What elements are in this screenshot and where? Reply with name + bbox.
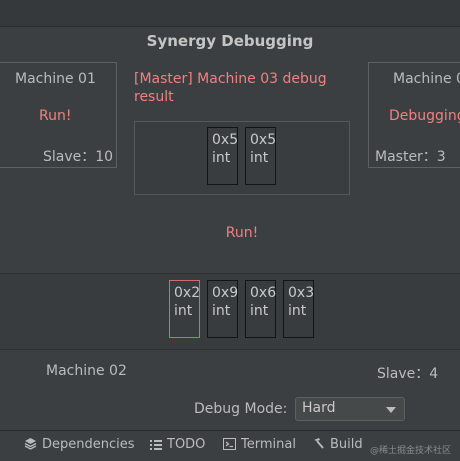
memory-cell-selected[interactable]: 0x2 int (169, 280, 200, 338)
memory-cell[interactable]: 0x6 int (245, 280, 276, 338)
cell-value: 0x2 (174, 285, 201, 301)
debug-mode-value: Hard (302, 400, 336, 416)
build-tab[interactable]: Build (312, 437, 363, 452)
terminal-icon (223, 438, 236, 450)
local-machine-role: Slave：4 (377, 366, 439, 382)
todo-label: TODO (167, 437, 206, 452)
machine-card-right[interactable]: Machine 0 Debugging Master：3 (368, 62, 460, 168)
debug-mode-label: Debug Mode: (194, 401, 288, 417)
cell-type: int (174, 303, 193, 319)
terminal-label: Terminal (241, 437, 296, 452)
list-icon (150, 440, 162, 450)
cell-value: 0x3 (288, 285, 315, 301)
cell-value: 0x5 (250, 132, 277, 148)
cell-value: 0x9 (212, 285, 239, 301)
cell-type: int (212, 303, 231, 319)
cell-value: 0x5 (212, 132, 239, 148)
cell-type: int (250, 303, 269, 319)
build-label: Build (330, 437, 363, 452)
cell-type: int (250, 150, 269, 166)
debug-result-box (134, 121, 350, 195)
todo-tab[interactable]: TODO (150, 437, 205, 452)
machine-status: Debugging (389, 108, 460, 124)
machine-name: Machine 01 (15, 71, 96, 87)
cell-type: int (288, 303, 307, 319)
cell-value: 0x6 (250, 285, 277, 301)
memory-cell[interactable]: 0x3 int (283, 280, 314, 338)
dependencies-tab[interactable]: Dependencies (24, 437, 135, 452)
window-top-strip (0, 0, 460, 27)
memory-cell[interactable]: 0x9 int (207, 280, 238, 338)
terminal-tab[interactable]: Terminal (223, 437, 296, 452)
machine-card-left[interactable]: Machine 01 Run! Slave：10 (0, 62, 117, 168)
debug-result-header: [Master] Machine 03 debug result (134, 71, 327, 105)
machine-role: Slave：10 (43, 149, 114, 165)
machine-status: Run! (39, 108, 72, 124)
watermark: @稀土掘金技术社区 (370, 446, 452, 456)
dependencies-label: Dependencies (42, 437, 135, 452)
result-cell[interactable]: 0x5 int (245, 127, 276, 185)
chevron-down-icon (386, 407, 396, 413)
cell-type: int (212, 150, 231, 166)
result-cell[interactable]: 0x5 int (207, 127, 238, 185)
machine-name: Machine 0 (393, 71, 460, 87)
hammer-icon (314, 438, 324, 449)
machine-role: Master：3 (375, 149, 446, 165)
run-status: Run! (225, 225, 259, 241)
panel-title: Synergy Debugging (146, 32, 314, 50)
divider (0, 349, 460, 350)
debug-mode-select[interactable]: Hard (295, 397, 405, 421)
local-machine-name: Machine 02 (46, 363, 127, 379)
layers-icon (24, 438, 37, 450)
